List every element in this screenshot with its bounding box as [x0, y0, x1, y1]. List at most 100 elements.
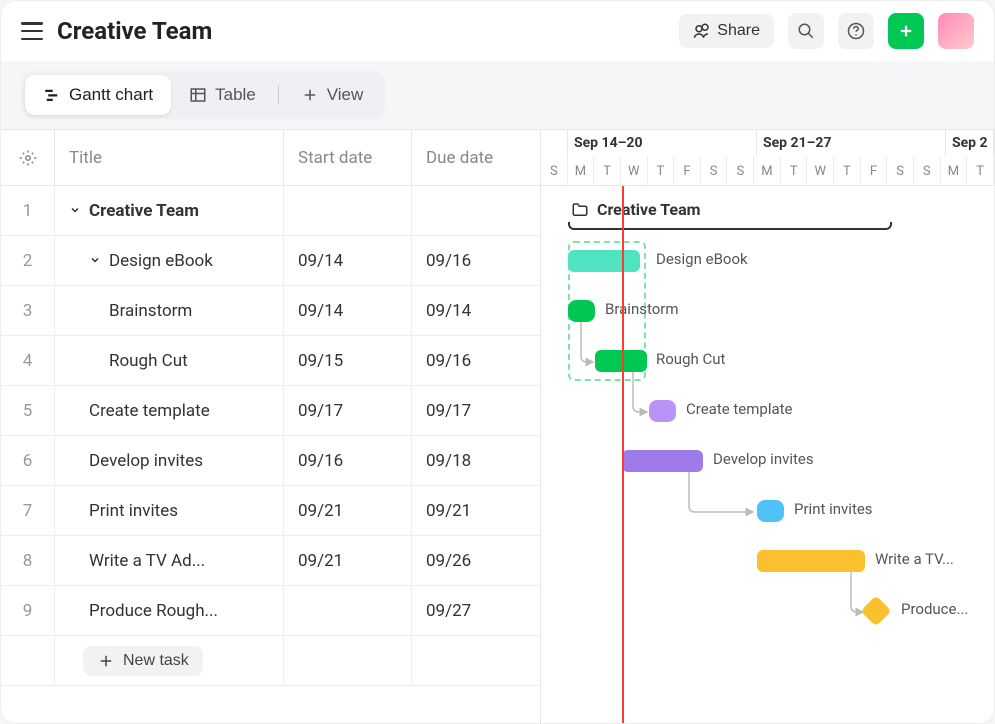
start-date-cell[interactable]: 09/14 [284, 286, 412, 335]
gantt-bar[interactable] [568, 300, 595, 322]
due-date-cell[interactable]: 09/27 [412, 586, 540, 635]
day-header: S [541, 156, 568, 186]
tab-table[interactable]: Table [171, 75, 274, 115]
task-title-cell[interactable]: Develop invites [55, 436, 284, 485]
start-date-cell[interactable]: 09/21 [284, 536, 412, 585]
row-number: 5 [1, 386, 55, 435]
due-date-cell[interactable]: 09/26 [412, 536, 540, 585]
gantt-bar-label: Create template [686, 400, 793, 418]
day-header: T [648, 156, 675, 186]
task-title-cell[interactable]: Print invites [55, 486, 284, 535]
settings-column[interactable] [1, 130, 55, 185]
due-date-cell[interactable]: 09/16 [412, 336, 540, 385]
gantt-bar[interactable] [568, 250, 640, 272]
start-date-cell[interactable]: 09/14 [284, 236, 412, 285]
row-number: 2 [1, 236, 55, 285]
chevron-down-icon[interactable] [69, 201, 81, 221]
start-date-cell[interactable] [284, 586, 412, 635]
help-button[interactable] [838, 13, 874, 49]
chevron-down-icon[interactable] [89, 251, 101, 271]
day-header: T [967, 156, 994, 186]
row-number: 7 [1, 486, 55, 535]
gantt-bar[interactable] [860, 595, 891, 626]
col-header-due[interactable]: Due date [412, 130, 540, 185]
table-row[interactable]: 8Write a TV Ad...09/2109/26 [1, 536, 540, 586]
gantt-bar-label: Produce... [901, 600, 968, 618]
day-header: F [674, 156, 701, 186]
row-number: 8 [1, 536, 55, 585]
share-label: Share [717, 22, 760, 40]
gantt-bar-label: Brainstorm [605, 300, 679, 318]
new-task-button[interactable]: New task [83, 646, 203, 676]
avatar[interactable] [938, 13, 974, 49]
plus-icon [97, 652, 115, 670]
view-tabs: Gantt chart Table View [21, 71, 385, 119]
row-number: 6 [1, 436, 55, 485]
task-title-cell[interactable]: Design eBook [55, 236, 284, 285]
table-row[interactable]: 4Rough Cut09/1509/16 [1, 336, 540, 386]
gantt-bar-label: Print invites [794, 500, 873, 518]
day-header: S [701, 156, 728, 186]
col-header-title[interactable]: Title [55, 130, 284, 185]
start-date-cell[interactable]: 09/21 [284, 486, 412, 535]
folder-icon [571, 201, 589, 219]
gantt-bar-label: Design eBook [656, 250, 748, 268]
row-number: 9 [1, 586, 55, 635]
gantt-group-header[interactable]: Creative Team [571, 200, 701, 219]
due-date-cell[interactable]: 09/18 [412, 436, 540, 485]
gantt-bar-label: Write a TV... [875, 550, 954, 568]
task-title-cell[interactable]: Rough Cut [55, 336, 284, 385]
table-row[interactable]: 9Produce Rough... 09/27 [1, 586, 540, 636]
gantt-bar[interactable] [649, 400, 676, 422]
col-header-start[interactable]: Start date [284, 130, 412, 185]
day-header: M [568, 156, 595, 186]
day-header: M [754, 156, 781, 186]
gantt-bar[interactable] [757, 550, 865, 572]
day-header: S [727, 156, 754, 186]
due-date-cell[interactable]: 09/14 [412, 286, 540, 335]
gantt-bar[interactable] [622, 450, 703, 472]
plus-icon [897, 22, 915, 40]
day-header: S [914, 156, 941, 186]
people-icon [693, 22, 711, 40]
due-date-cell[interactable]: 09/16 [412, 236, 540, 285]
task-title-cell[interactable]: Creative Team [55, 186, 284, 235]
start-date-cell[interactable]: 09/16 [284, 436, 412, 485]
gantt-bar-label: Rough Cut [656, 350, 725, 368]
page-title: Creative Team [57, 17, 212, 45]
task-title-cell[interactable]: Produce Rough... [55, 586, 284, 635]
start-date-cell[interactable]: 09/17 [284, 386, 412, 435]
table-row[interactable]: 3Brainstorm09/1409/14 [1, 286, 540, 336]
tab-add-view[interactable]: View [283, 75, 382, 115]
table-row[interactable]: 1Creative Team [1, 186, 540, 236]
start-date-cell[interactable]: 09/15 [284, 336, 412, 385]
tab-separator [278, 85, 279, 105]
row-number: 1 [1, 186, 55, 235]
search-icon [797, 22, 815, 40]
due-date-cell[interactable]: 09/21 [412, 486, 540, 535]
share-button[interactable]: Share [679, 14, 774, 48]
gantt-bar[interactable] [595, 350, 647, 372]
task-title-cell[interactable]: Write a TV Ad... [55, 536, 284, 585]
gantt-bar-label: Develop invites [713, 450, 814, 468]
table-row[interactable]: 5Create template09/1709/17 [1, 386, 540, 436]
due-date-cell[interactable] [412, 186, 540, 235]
week-label-3: Sep 2 [946, 130, 994, 156]
search-button[interactable] [788, 13, 824, 49]
due-date-cell[interactable]: 09/17 [412, 386, 540, 435]
day-header: T [594, 156, 621, 186]
gear-icon [19, 149, 37, 167]
week-label-2: Sep 21–27 [757, 130, 946, 156]
table-row[interactable]: 7Print invites09/2109/21 [1, 486, 540, 536]
start-date-cell[interactable] [284, 186, 412, 235]
gantt-bar[interactable] [757, 500, 784, 522]
day-header: T [781, 156, 808, 186]
menu-icon[interactable] [21, 22, 43, 40]
table-row[interactable]: 2Design eBook09/1409/16 [1, 236, 540, 286]
task-title-cell[interactable]: Brainstorm [55, 286, 284, 335]
task-title-cell[interactable]: Create template [55, 386, 284, 435]
plus-icon [301, 86, 319, 104]
add-button[interactable] [888, 13, 924, 49]
tab-gantt[interactable]: Gantt chart [25, 75, 171, 115]
table-row[interactable]: 6Develop invites09/1609/18 [1, 436, 540, 486]
